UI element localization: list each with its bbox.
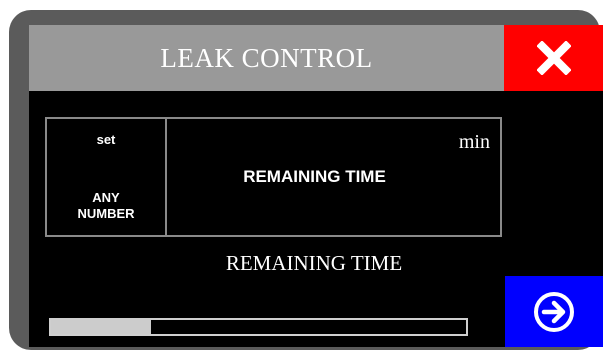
- set-label: set: [96, 132, 116, 147]
- set-value: ANY NUMBER: [47, 190, 165, 222]
- progress-bar: [49, 318, 468, 336]
- page-title: LEAK CONTROL: [160, 42, 373, 73]
- close-icon: [536, 41, 571, 75]
- title-bar: LEAK CONTROL: [29, 25, 504, 91]
- set-value-cell[interactable]: set ANY NUMBER: [47, 119, 167, 235]
- remaining-time-value: REMAINING TIME: [243, 167, 386, 186]
- remaining-time-label: REMAINING TIME: [225, 251, 403, 275]
- next-button[interactable]: [505, 276, 603, 347]
- set-value-line2: NUMBER: [77, 206, 135, 221]
- remaining-time-panel: set ANY NUMBER REMAINING TIME min: [45, 117, 502, 237]
- close-button[interactable]: [504, 25, 603, 91]
- unit-label: min: [458, 131, 490, 153]
- arrow-right-circle-icon: [534, 291, 574, 332]
- set-value-line1: ANY: [92, 190, 120, 205]
- leak-control-screen: LEAK CONTROL set ANY NUMBER REMAINING TI…: [29, 25, 603, 347]
- progress-fill: [51, 320, 151, 334]
